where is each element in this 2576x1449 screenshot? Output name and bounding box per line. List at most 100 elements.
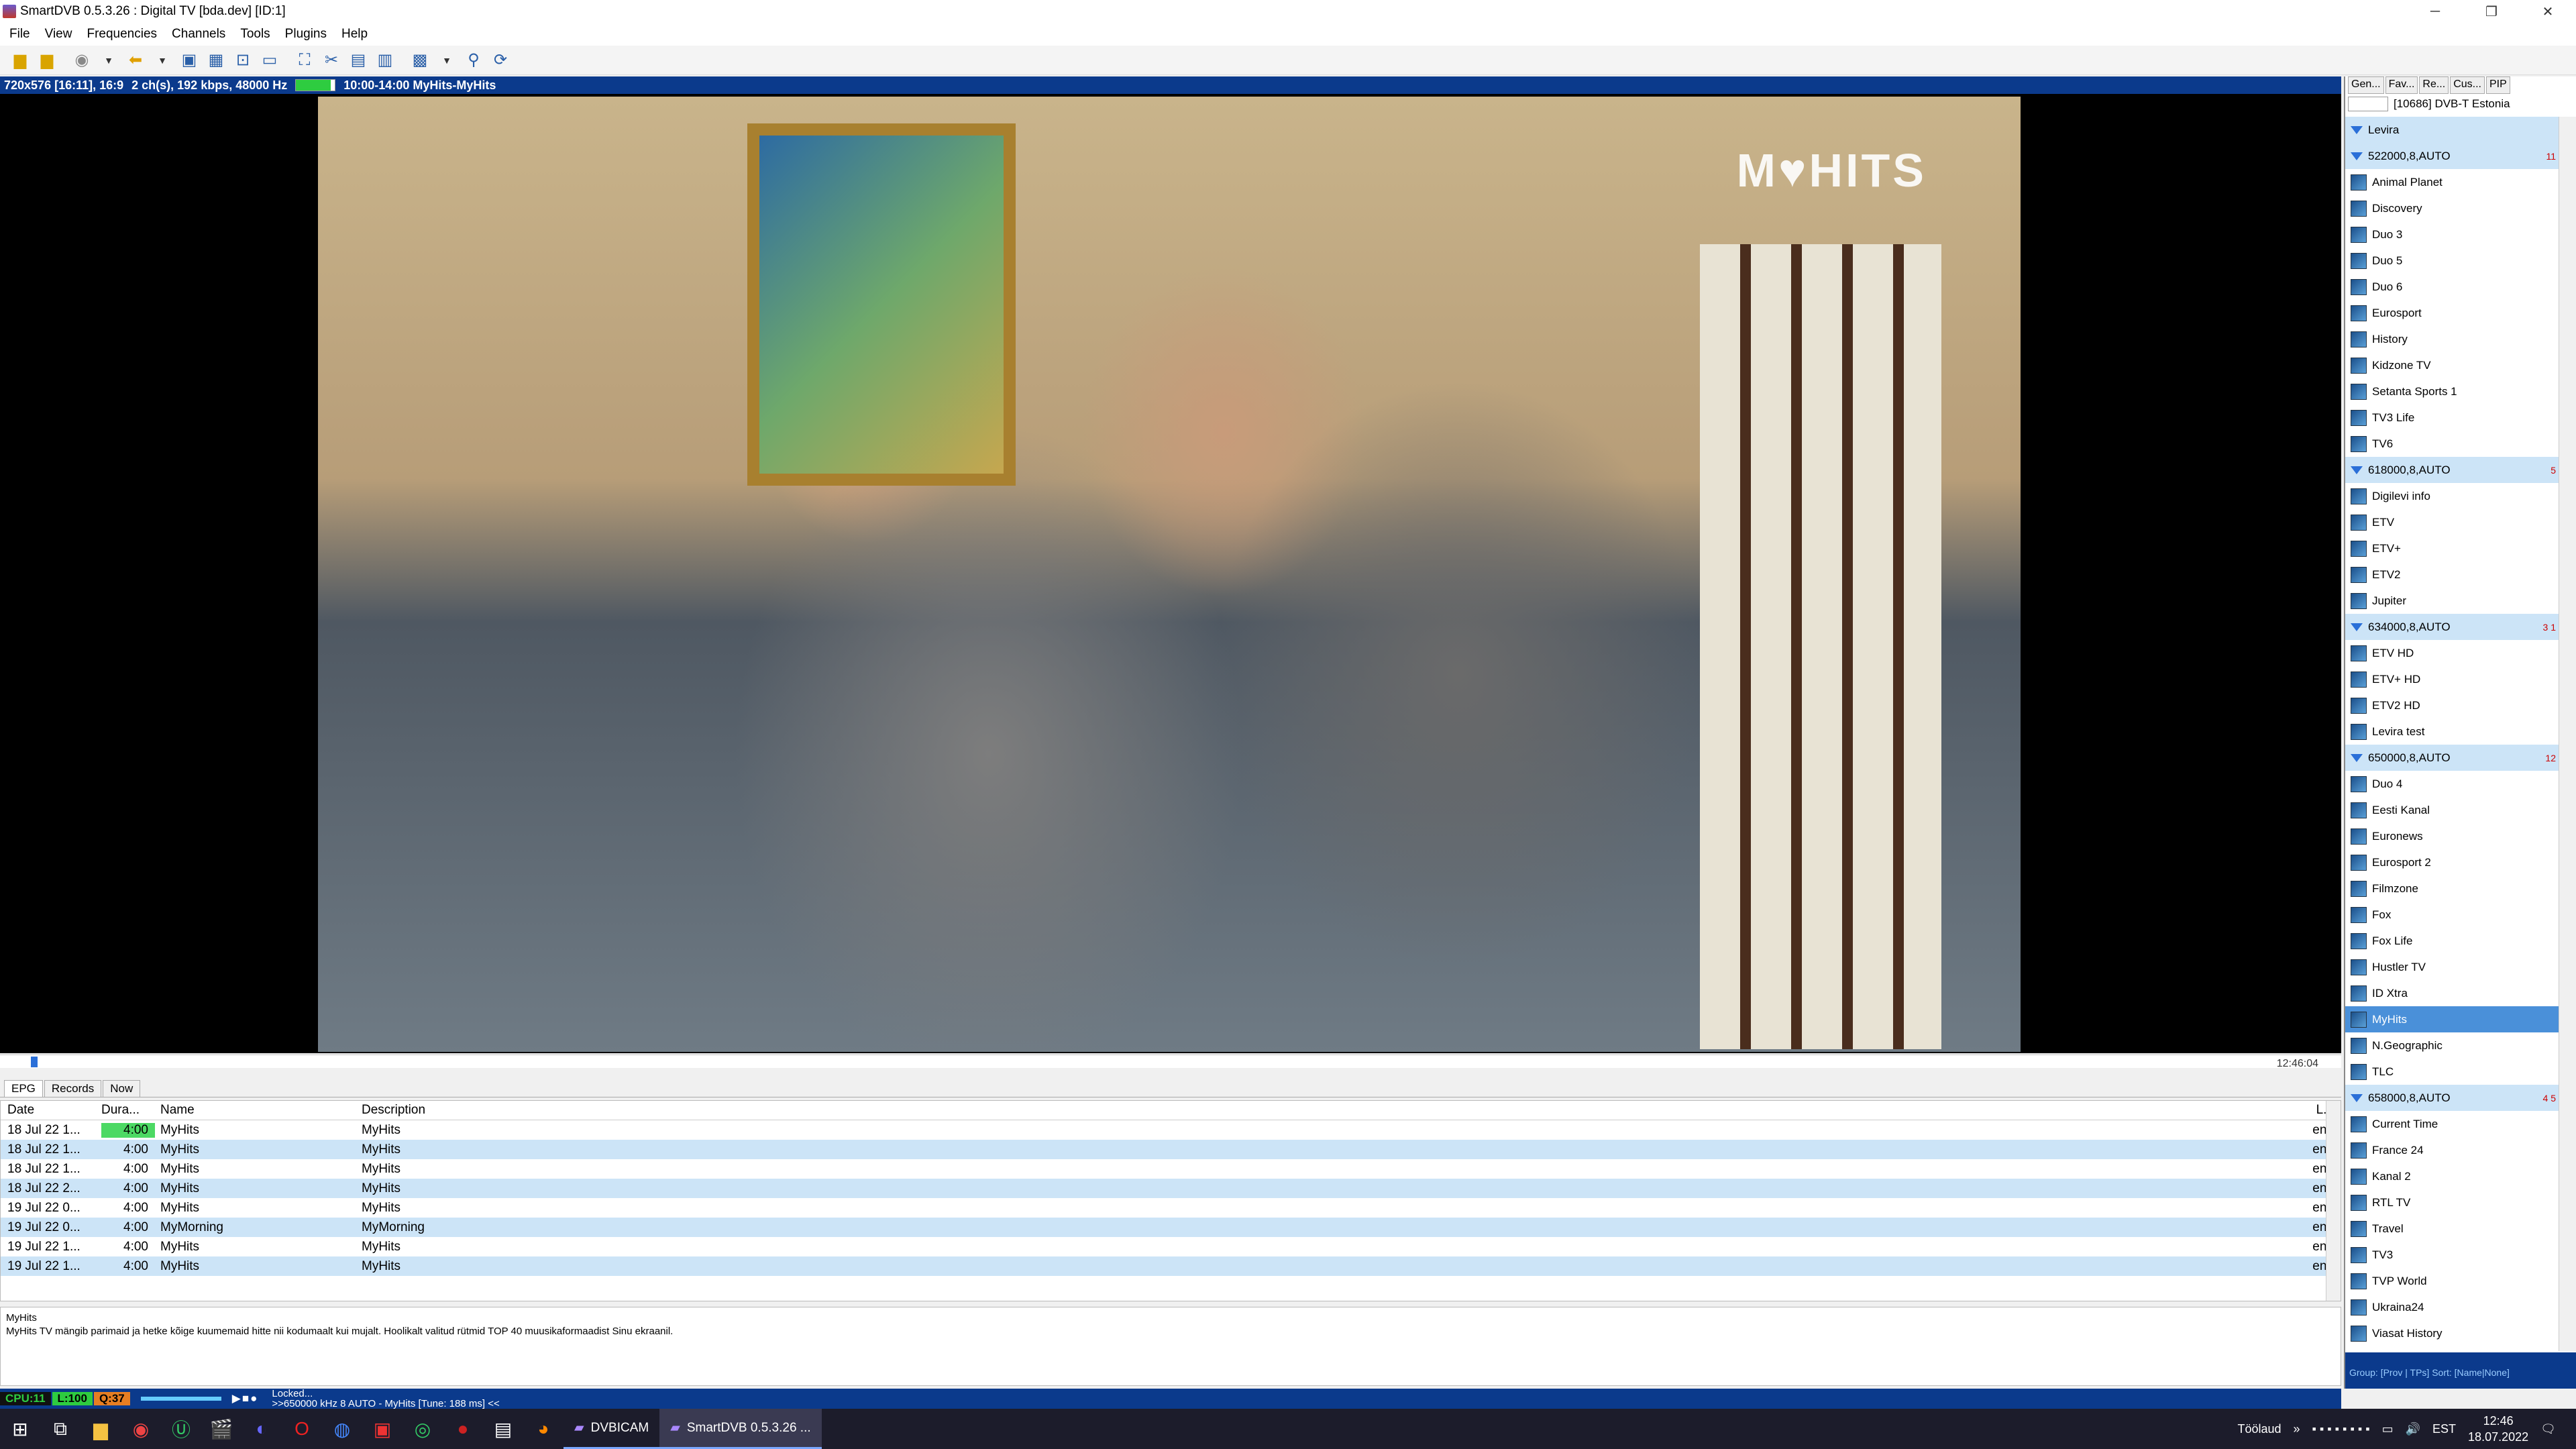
channel-group[interactable]: Levira — [2345, 117, 2559, 143]
channel-item[interactable]: Viasat History — [2345, 1320, 2559, 1346]
app-red-icon[interactable]: ▣ — [362, 1409, 402, 1449]
epg-scrollbar[interactable] — [2326, 1101, 2341, 1301]
notes-icon[interactable]: ▤ — [483, 1409, 523, 1449]
channel-item[interactable]: Hustler TV — [2345, 954, 2559, 980]
channel-group[interactable]: 618000,8,AUTO 5 — [2345, 457, 2559, 483]
timeline-knob[interactable] — [31, 1057, 38, 1067]
window-icon[interactable]: ▤ — [346, 48, 370, 72]
menu-frequencies[interactable]: Frequencies — [77, 27, 162, 42]
timeline-slider[interactable]: 12:46:04 — [0, 1055, 2341, 1069]
screenshot-icon[interactable]: ▣ — [177, 48, 201, 72]
menu-file[interactable]: File — [0, 27, 36, 42]
channel-item[interactable]: RTL TV — [2345, 1189, 2559, 1216]
app-green-icon[interactable]: ◎ — [402, 1409, 443, 1449]
maximize-button[interactable]: ❐ — [2463, 0, 2520, 23]
input-language[interactable]: EST — [2432, 1422, 2456, 1436]
tab-now[interactable]: Now — [103, 1080, 141, 1097]
tab-recent[interactable]: Re... — [2419, 76, 2449, 94]
channel-item[interactable]: TV6 — [2345, 431, 2559, 457]
task-smartdvb[interactable]: ▰ SmartDVB 0.5.3.26 ... — [659, 1409, 822, 1449]
channel-item[interactable]: History — [2345, 326, 2559, 352]
menu-help[interactable]: Help — [332, 27, 373, 42]
channel-item[interactable]: Duo 3 — [2345, 221, 2559, 248]
channel-item[interactable]: Fox Life — [2345, 928, 2559, 954]
channel-item[interactable]: Levira test — [2345, 718, 2559, 745]
fullscreen-icon[interactable]: ⛶ — [292, 48, 317, 72]
channel-item[interactable]: Jupiter — [2345, 588, 2559, 614]
channel-item[interactable]: TVP World — [2345, 1268, 2559, 1294]
zoom-window-icon[interactable]: ⊡ — [231, 48, 255, 72]
col-description[interactable]: Description — [356, 1103, 2300, 1118]
dropdown-icon[interactable]: ▼ — [150, 48, 174, 72]
taskbar-clock[interactable]: 12:46 18.07.2022 — [2468, 1413, 2528, 1445]
app-blue-icon[interactable]: ◐ — [241, 1409, 282, 1449]
epg-row[interactable]: 18 Jul 22 1... 4:00 MyHits MyHits eng — [1, 1120, 2341, 1140]
desktop-toolbar[interactable]: Töölaud — [2237, 1422, 2281, 1436]
refresh-icon[interactable]: ⟳ — [488, 48, 513, 72]
epg-row[interactable]: 19 Jul 22 0... 4:00 MyHits MyHits eng — [1, 1198, 2341, 1218]
tab-general[interactable]: Gen... — [2348, 76, 2384, 94]
channel-item[interactable]: TV3 Life — [2345, 405, 2559, 431]
channel-item[interactable]: Duo 4 — [2345, 771, 2559, 797]
channel-item[interactable]: Filmzone — [2345, 875, 2559, 902]
file-explorer-icon[interactable]: ▆ — [80, 1409, 121, 1449]
back-arrow-icon[interactable]: ⬅ — [123, 48, 148, 72]
channel-item[interactable]: Setanta Sports 1 — [2345, 378, 2559, 405]
channel-item[interactable]: Animal Planet — [2345, 169, 2559, 195]
channel-item[interactable]: Discovery — [2345, 195, 2559, 221]
channel-item[interactable]: ETV+ HD — [2345, 666, 2559, 692]
col-name[interactable]: Name — [155, 1103, 356, 1118]
epg-row[interactable]: 19 Jul 22 1... 4:00 MyHits MyHits eng — [1, 1237, 2341, 1256]
channel-item[interactable]: Ukraina24 — [2345, 1294, 2559, 1320]
channel-item[interactable]: Euronews — [2345, 823, 2559, 849]
channel-item[interactable]: Current Time — [2345, 1111, 2559, 1137]
search-icon[interactable]: ⚲ — [462, 48, 486, 72]
epg-row[interactable]: 18 Jul 22 1... 4:00 MyHits MyHits eng — [1, 1140, 2341, 1159]
dropdown-icon[interactable]: ▼ — [435, 48, 459, 72]
channel-item[interactable]: Kanal 2 — [2345, 1163, 2559, 1189]
channel-item[interactable]: ETV — [2345, 509, 2559, 535]
channel-item[interactable]: ETV HD — [2345, 640, 2559, 666]
minimize-button[interactable]: ─ — [2407, 0, 2463, 23]
tab-records[interactable]: Records — [44, 1080, 102, 1097]
tab-epg[interactable]: EPG — [4, 1080, 43, 1097]
channel-item[interactable]: TV3 — [2345, 1242, 2559, 1268]
channel-item[interactable]: N.Geographic — [2345, 1032, 2559, 1059]
epg-row[interactable]: 19 Jul 22 1... 4:00 MyHits MyHits eng — [1, 1256, 2341, 1276]
channel-group[interactable]: 658000,8,AUTO 4 5 — [2345, 1085, 2559, 1111]
epg-row[interactable]: 18 Jul 22 1... 4:00 MyHits MyHits eng — [1, 1159, 2341, 1179]
menu-plugins[interactable]: Plugins — [276, 27, 332, 42]
channel-item[interactable]: France 24 — [2345, 1137, 2559, 1163]
tv-icon[interactable]: ▩ — [408, 48, 432, 72]
volume-icon[interactable]: 🔊 — [2406, 1422, 2420, 1436]
open-folder-icon[interactable]: ▆ — [8, 48, 32, 72]
task-view-icon[interactable]: ⧉ — [40, 1409, 80, 1449]
channel-item[interactable]: Travel — [2345, 1216, 2559, 1242]
tab-custom[interactable]: Cus... — [2450, 76, 2485, 94]
channel-item[interactable]: ETV+ — [2345, 535, 2559, 561]
channel-item[interactable]: ETV2 HD — [2345, 692, 2559, 718]
tray-apps-icon[interactable]: ▪ ▪ ▪ ▪ ▪ ▪ ▪ ▪ — [2312, 1422, 2370, 1436]
task-dvbicam[interactable]: ▰ DVBICAM — [564, 1409, 660, 1449]
channel-item[interactable]: Digilevi info — [2345, 483, 2559, 509]
epg-row[interactable]: 18 Jul 22 2... 4:00 MyHits MyHits eng — [1, 1179, 2341, 1198]
channel-scrollbar[interactable] — [2559, 117, 2576, 1351]
epg-row[interactable]: 19 Jul 22 0... 4:00 MyMorning MyMorning eng — [1, 1218, 2341, 1237]
channel-group[interactable]: 634000,8,AUTO 3 1 — [2345, 614, 2559, 640]
volume-slider[interactable] — [140, 1397, 221, 1401]
tab-favorites[interactable]: Fav... — [2385, 76, 2418, 94]
pip-icon[interactable]: ▥ — [373, 48, 397, 72]
menu-tools[interactable]: Tools — [231, 27, 275, 42]
clapper-icon[interactable]: 🎬 — [201, 1409, 241, 1449]
network-icon[interactable]: ▭ — [2382, 1422, 2394, 1436]
channel-item[interactable]: Eurosport 2 — [2345, 849, 2559, 875]
chrome-icon[interactable]: ◉ — [121, 1409, 161, 1449]
channel-item[interactable]: Eurosport — [2345, 300, 2559, 326]
opera-icon[interactable]: O — [282, 1409, 322, 1449]
channel-item[interactable]: Eesti Kanal — [2345, 797, 2559, 823]
network-selector[interactable]: [10686] DVB-T Estonia — [2345, 94, 2576, 114]
record-icon[interactable]: ● — [250, 1392, 257, 1405]
channel-item[interactable]: Duo 5 — [2345, 248, 2559, 274]
channel-group[interactable]: 522000,8,AUTO 11 — [2345, 143, 2559, 169]
channel-item[interactable]: Kidzone TV — [2345, 352, 2559, 378]
